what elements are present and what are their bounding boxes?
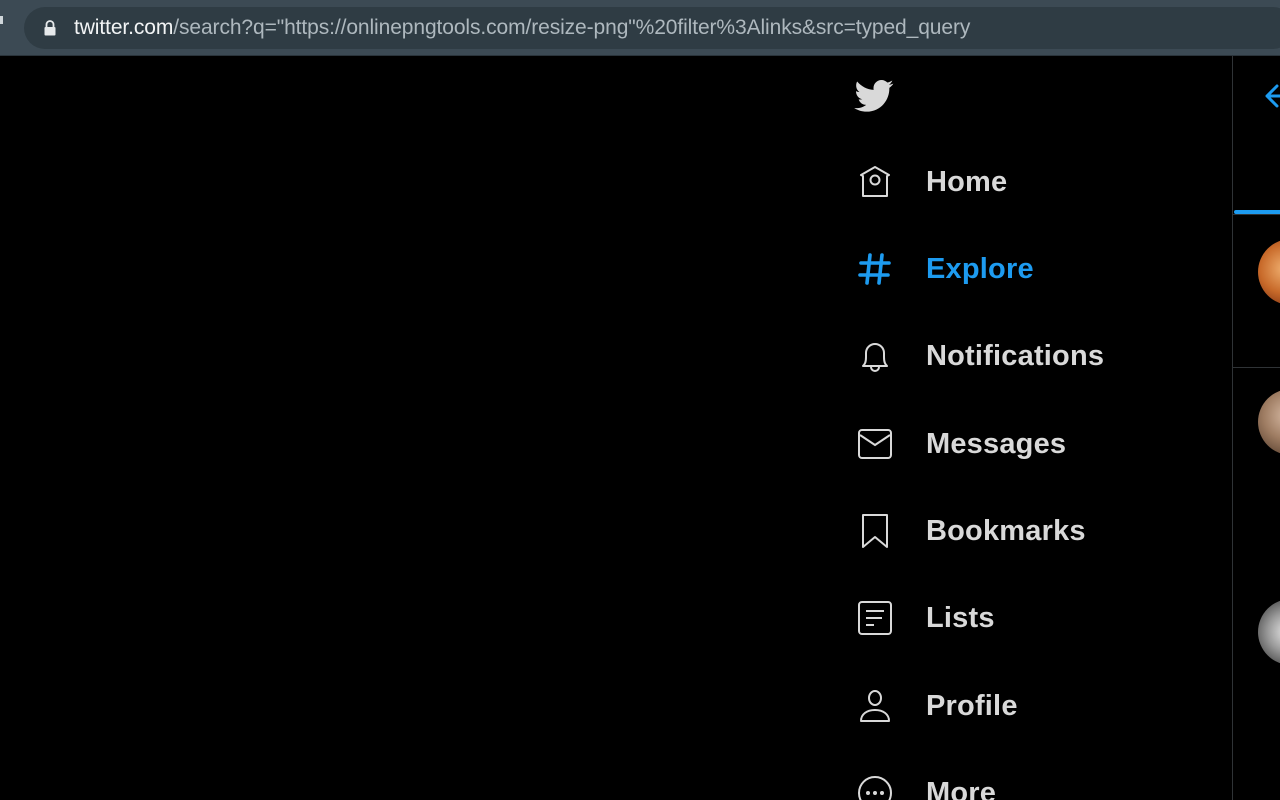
envelope-icon <box>858 429 892 459</box>
url-text[interactable]: twitter.com/search?q="https://onlinepngt… <box>74 16 970 40</box>
sidebar-item-label: Bookmarks <box>926 514 1086 547</box>
sidebar-item-more[interactable]: More <box>840 763 1170 800</box>
more-circle-icon <box>858 776 892 800</box>
sidebar-item-profile[interactable]: Profile <box>840 676 1170 736</box>
twitter-bird-icon[interactable] <box>852 76 896 116</box>
sidebar-item-label: Profile <box>926 689 1018 722</box>
back-arrow-icon[interactable] <box>1263 82 1280 110</box>
sidebar-item-label: Explore <box>926 252 1034 285</box>
lock-icon[interactable] <box>43 20 57 36</box>
list-icon <box>858 601 892 635</box>
home-icon <box>860 166 890 197</box>
bell-icon <box>862 343 888 372</box>
url-host: twitter.com <box>74 16 174 39</box>
sidebar-item-label: Notifications <box>926 339 1105 372</box>
sidebar-item-label: Messages <box>926 427 1067 460</box>
avatar[interactable] <box>1258 239 1280 305</box>
hashtag-icon <box>858 253 891 285</box>
bookmark-icon <box>862 514 888 548</box>
sidebar-item-messages[interactable]: Messages <box>840 414 1170 474</box>
sidebar-nav: Home Explore Notifications Messages Book… <box>840 56 1232 800</box>
person-icon <box>860 690 890 722</box>
avatar[interactable] <box>1258 389 1280 455</box>
sidebar-item-lists[interactable]: Lists <box>840 588 1170 648</box>
row-divider <box>1233 367 1280 368</box>
browser-toolbar: twitter.com/search?q="https://onlinepngt… <box>0 0 1280 56</box>
sidebar-item-bookmarks[interactable]: Bookmarks <box>840 501 1170 561</box>
window-edge <box>0 16 3 24</box>
sidebar-item-explore[interactable]: Explore <box>840 239 1170 299</box>
address-bar[interactable]: twitter.com/search?q="https://onlinepngt… <box>24 7 1280 49</box>
tabs-border <box>1233 214 1280 215</box>
main-column <box>1233 56 1280 800</box>
sidebar-item-label: More <box>926 776 997 800</box>
sidebar-item-home[interactable]: Home <box>840 152 1170 212</box>
url-path: /search?q="https://onlinepngtools.com/re… <box>173 16 971 39</box>
sidebar-item-notifications[interactable]: Notifications <box>840 326 1170 386</box>
sidebar-item-label: Home <box>926 165 1008 198</box>
avatar[interactable] <box>1258 599 1280 665</box>
sidebar-item-label: Lists <box>926 601 995 634</box>
